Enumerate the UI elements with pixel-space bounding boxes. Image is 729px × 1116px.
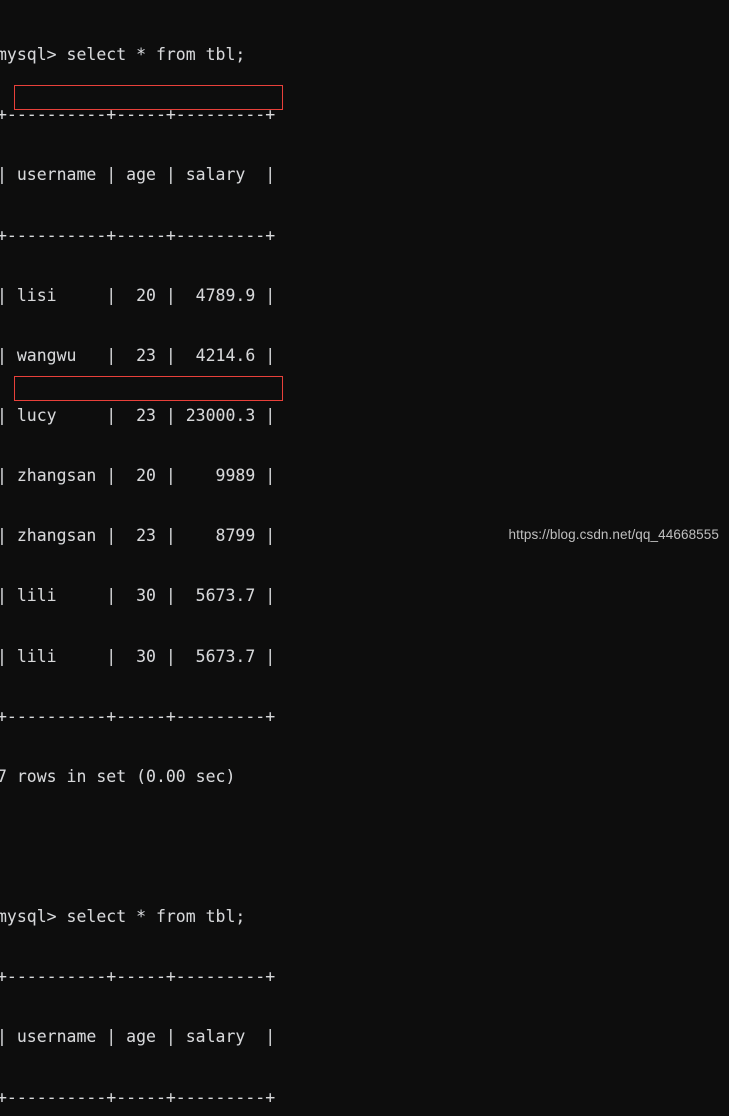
table-row: | lisi | 20 | 4789.9 | [0,285,276,305]
console-line: +----------+-----+---------+ [0,706,276,726]
table-row: | lili | 30 | 5673.7 | [0,586,276,606]
console-line: | username | age | salary | [0,1027,276,1047]
console-line: +----------+-----+---------+ [0,225,276,245]
watermark-text: https://blog.csdn.net/qq_44668555 [508,527,719,542]
console-line: mysql> select * from tbl; [0,907,246,927]
table-row: | zhangsan | 23 | 8799 | [0,526,276,546]
console-line: +----------+-----+---------+ [0,105,276,125]
status-line: 7 rows in set (0.00 sec) [0,766,236,786]
console-output: mysql> select * from tbl; +----------+--… [0,5,275,1116]
table-row: | lili | 30 | 5673.7 | [0,646,276,666]
table-row: | lucy | 23 | 23000.3 | [0,405,276,425]
console-line: +----------+-----+---------+ [0,1087,276,1107]
table-row: | zhangsan | 20 | 9989 | [0,466,276,486]
console-line: mysql> select * from tbl; [0,45,246,65]
table-row: | wangwu | 23 | 4214.6 | [0,345,276,365]
terminal-window: mysql> select * from tbl; +----------+--… [0,0,729,1107]
console-line: | username | age | salary | [0,165,276,185]
console-line: +----------+-----+---------+ [0,967,276,987]
